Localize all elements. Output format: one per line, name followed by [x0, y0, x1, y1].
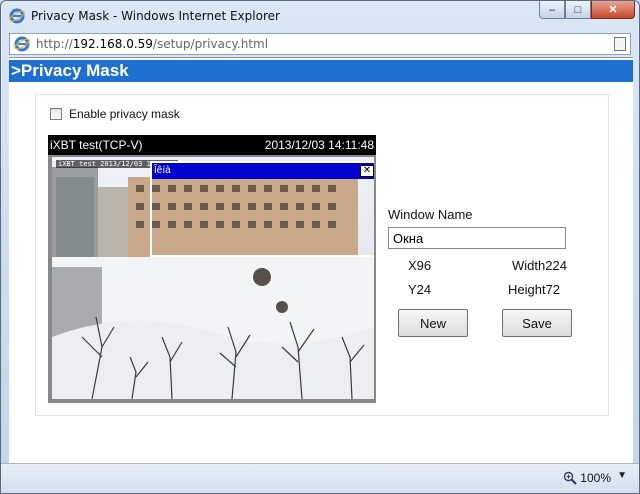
enable-privacy-label[interactable]: Enable privacy mask	[69, 107, 180, 121]
url-path: /setup/privacy.html	[152, 37, 269, 51]
close-button[interactable]: ✕	[591, 1, 635, 19]
zoom-icon	[564, 471, 578, 485]
privacy-panel: Enable privacy mask iXBT test(TCP-V) 201…	[35, 94, 609, 416]
x-coordinate-label: X96	[408, 258, 432, 273]
enable-privacy-checkbox[interactable]	[50, 108, 62, 120]
new-button[interactable]: New	[398, 309, 468, 337]
camera-name: iXBT test(TCP-V)	[50, 138, 143, 152]
minimize-button[interactable]: –	[539, 1, 565, 19]
page-title: >Privacy Mask	[9, 60, 633, 82]
page-content: >Privacy Mask Enable privacy mask iXBT t…	[9, 57, 633, 464]
mask-title: Îêíà	[154, 165, 171, 176]
page-info-icon[interactable]	[614, 37, 626, 51]
video-preview: iXBT test(TCP-V) 2013/12/03 14:11:48 iXB…	[48, 135, 376, 403]
window-title: Privacy Mask - Windows Internet Explorer	[31, 9, 280, 23]
width-label: Width224	[512, 258, 567, 273]
mask-title-bar[interactable]: Îêíà ✕	[152, 163, 374, 179]
zoom-level: 100%	[580, 471, 611, 485]
zoom-dropdown-icon[interactable]: ▼	[617, 470, 627, 481]
title-bar[interactable]: Privacy Mask - Windows Internet Explorer…	[1, 1, 639, 31]
height-label: Height72	[508, 282, 561, 297]
status-bar: 100% ▼	[1, 463, 639, 493]
ie-page-icon	[14, 36, 30, 52]
browser-window: Privacy Mask - Windows Internet Explorer…	[0, 0, 640, 494]
url-prefix: http://	[36, 37, 73, 51]
camera-image[interactable]: iXBT test 2013/12/03 14:11:4 Îêíà ✕	[52, 157, 374, 399]
window-name-label: Window Name	[388, 207, 473, 222]
video-info-bar: iXBT test(TCP-V) 2013/12/03 14:11:48	[48, 135, 376, 155]
window-name-input[interactable]	[388, 227, 566, 249]
address-url[interactable]: http://192.168.0.59/setup/privacy.html	[36, 37, 268, 51]
mask-close-button[interactable]: ✕	[360, 165, 374, 177]
y-coordinate-label: Y24	[408, 282, 432, 297]
url-host: 192.168.0.59	[72, 37, 153, 51]
video-timestamp: 2013/12/03 14:11:48	[264, 138, 374, 152]
zoom-control[interactable]: 100%	[563, 471, 611, 485]
enable-privacy-row: Enable privacy mask	[50, 107, 180, 121]
address-bar[interactable]: http://192.168.0.59/setup/privacy.html	[9, 33, 631, 55]
privacy-mask-window[interactable]: Îêíà ✕	[150, 161, 374, 257]
ie-logo-icon	[9, 8, 25, 24]
maximize-button[interactable]: □	[565, 1, 591, 19]
window-controls: – □ ✕	[539, 1, 635, 21]
save-button[interactable]: Save	[502, 309, 572, 337]
